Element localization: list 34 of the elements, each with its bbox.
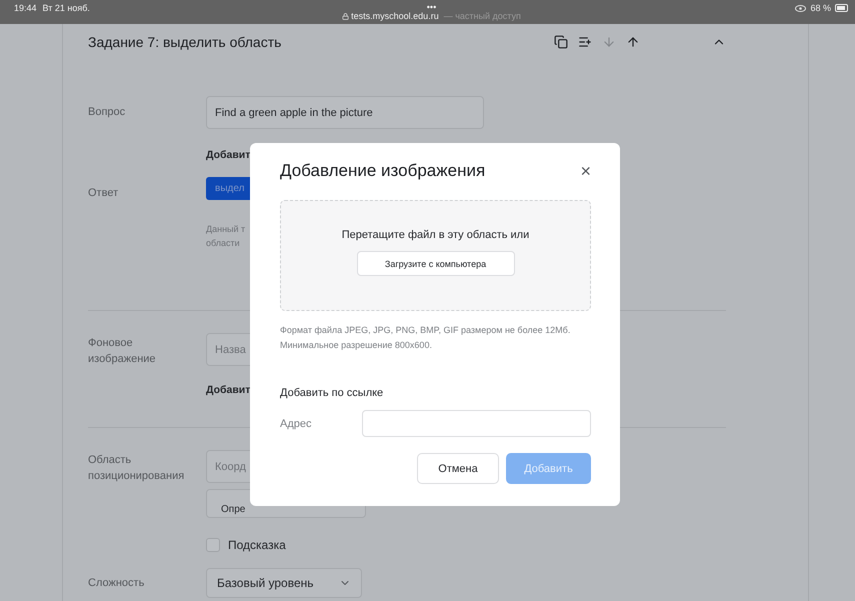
tab-dots: •••	[426, 3, 436, 12]
field-label: Вопрос	[88, 105, 126, 120]
eye-icon	[795, 4, 806, 12]
difficulty-select[interactable]: Базовый уровень	[206, 568, 362, 598]
status-time: 19:44	[14, 3, 37, 13]
field-label: Область позиционирования	[88, 453, 186, 484]
add-link[interactable]: Добавит	[206, 149, 250, 161]
battery-percent: 68 %	[810, 3, 831, 13]
format-note: Формат файла JPEG, JPG, PNG, BMP, GIF размером не более 12Мб. Минимальное разрешение 800x600.	[280, 324, 572, 352]
list-icon[interactable]	[578, 35, 592, 49]
close-button[interactable]: ×	[580, 162, 591, 180]
address-label: Адрес	[280, 418, 312, 430]
address-field[interactable]	[362, 410, 591, 437]
upload-button[interactable]: Загрузите с компьютера	[356, 251, 514, 276]
dialog-title: Добавление изображения	[280, 161, 486, 181]
copy-icon[interactable]	[554, 35, 568, 49]
drop-zone[interactable]: Перетащите файл в эту область или Загрузите с компьютера	[280, 200, 591, 311]
checkbox[interactable]	[206, 538, 220, 552]
section-heading: Добавить по ссылке	[280, 387, 384, 399]
question-field[interactable]: Find a green apple in the picture	[206, 96, 484, 129]
battery-icon	[835, 4, 849, 12]
lock-icon	[342, 13, 350, 20]
hint-text: Данный т области	[206, 223, 246, 250]
drop-text: Перетащите файл в эту область или	[342, 229, 530, 241]
field-label: Фоновое изображение	[88, 336, 157, 367]
status-date: Вт 21 нояб.	[42, 3, 90, 13]
field-label: Сложность	[88, 576, 146, 591]
task-title: Задание 7: выделить область	[88, 34, 282, 50]
field-label: Ответ	[88, 186, 120, 201]
cancel-button[interactable]: Отмена	[417, 453, 499, 484]
address-text: tests.myschool.edu.ru	[351, 12, 439, 21]
address-note: — частный доступ	[444, 12, 521, 21]
checkbox-label: Подсказка	[228, 538, 286, 552]
add-link[interactable]: Добавит	[206, 384, 250, 396]
